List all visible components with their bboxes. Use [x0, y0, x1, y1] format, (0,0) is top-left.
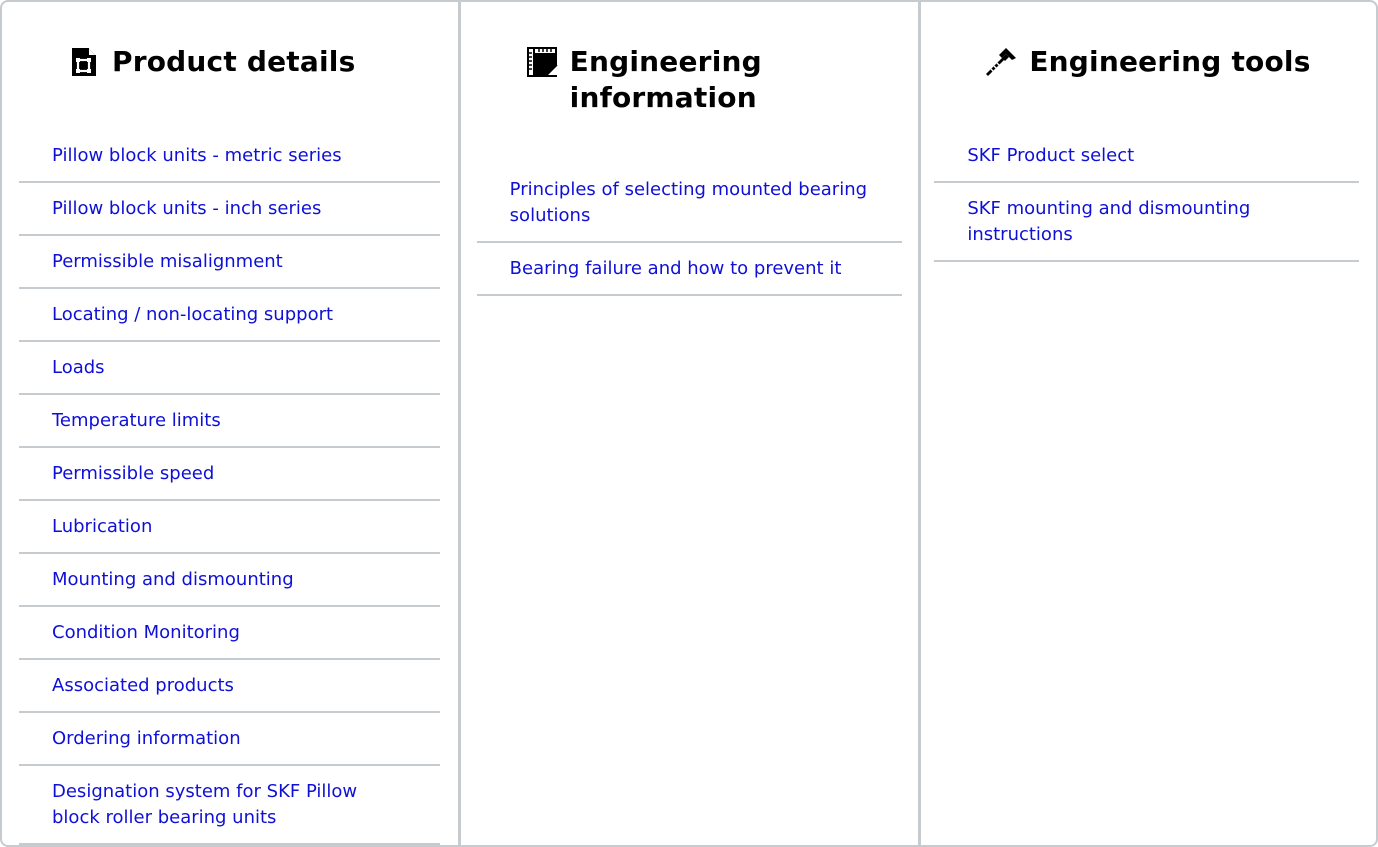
link-product-select[interactable]: SKF Product select — [967, 143, 1287, 169]
tools-icon — [985, 46, 1017, 78]
link-inch-series[interactable]: Pillow block units - inch series — [52, 196, 382, 222]
list-item: Permissible misalignment — [19, 236, 440, 289]
column-title: Engineering tools — [1029, 45, 1311, 78]
product-details-links: Pillow block units - metric series Pillo… — [19, 130, 440, 845]
column-header: Product details — [68, 44, 355, 80]
link-lubrication[interactable]: Lubrication — [52, 514, 382, 540]
link-bearing-failure[interactable]: Bearing failure and how to prevent it — [510, 256, 890, 282]
list-item: Lubrication — [19, 501, 440, 554]
link-condition-monitoring[interactable]: Condition Monitoring — [52, 620, 382, 646]
list-item: SKF mounting and dismounting instruction… — [934, 183, 1360, 262]
list-item: Associated products — [19, 660, 440, 713]
list-item: Locating / non-locating support — [19, 289, 440, 342]
link-mounting-dismounting[interactable]: Mounting and dismounting — [52, 567, 382, 593]
engineering-information-links: Principles of selecting mounted bearing … — [476, 164, 902, 296]
link-temperature-limits[interactable]: Temperature limits — [52, 408, 382, 434]
link-designation-system[interactable]: Designation system for SKF Pillow block … — [52, 779, 382, 831]
list-item: Designation system for SKF Pillow block … — [19, 766, 440, 845]
list-item: Mounting and dismounting — [19, 554, 440, 607]
link-mounting-instructions[interactable]: SKF mounting and dismounting instruction… — [967, 196, 1287, 248]
column-engineering-information: Engineering information Principles of se… — [460, 2, 919, 845]
list-item: Ordering information — [19, 713, 440, 766]
column-title: Engineering information — [569, 45, 762, 114]
link-loads[interactable]: Loads — [52, 355, 382, 381]
list-item: Pillow block units - inch series — [19, 183, 440, 236]
column-header: Engineering information — [526, 44, 786, 116]
link-selecting-principles[interactable]: Principles of selecting mounted bearing … — [510, 177, 890, 229]
link-permissible-speed[interactable]: Permissible speed — [52, 461, 382, 487]
link-ordering-information[interactable]: Ordering information — [52, 726, 382, 752]
list-item: SKF Product select — [934, 130, 1360, 183]
list-item: Permissible speed — [19, 448, 440, 501]
blueprint-icon — [526, 46, 558, 78]
column-product-details: Product details Pillow block units - met… — [2, 2, 457, 845]
link-locating-support[interactable]: Locating / non-locating support — [52, 302, 382, 328]
document-icon — [68, 46, 100, 78]
column-title: Product details — [112, 45, 356, 78]
column-engineering-tools: Engineering tools SKF Product select SKF… — [919, 2, 1376, 845]
list-item: Condition Monitoring — [19, 607, 440, 660]
link-permissible-misalignment[interactable]: Permissible misalignment — [52, 249, 382, 275]
link-metric-series[interactable]: Pillow block units - metric series — [52, 143, 382, 169]
engineering-tools-links: SKF Product select SKF mounting and dism… — [934, 130, 1360, 262]
list-item: Loads — [19, 342, 440, 395]
menu-panel: Product details Pillow block units - met… — [0, 0, 1378, 847]
list-item: Temperature limits — [19, 395, 440, 448]
column-header: Engineering tools — [985, 44, 1310, 80]
link-associated-products[interactable]: Associated products — [52, 673, 382, 699]
list-item: Bearing failure and how to prevent it — [476, 243, 902, 296]
list-item: Pillow block units - metric series — [19, 130, 440, 183]
list-item: Principles of selecting mounted bearing … — [476, 164, 902, 243]
